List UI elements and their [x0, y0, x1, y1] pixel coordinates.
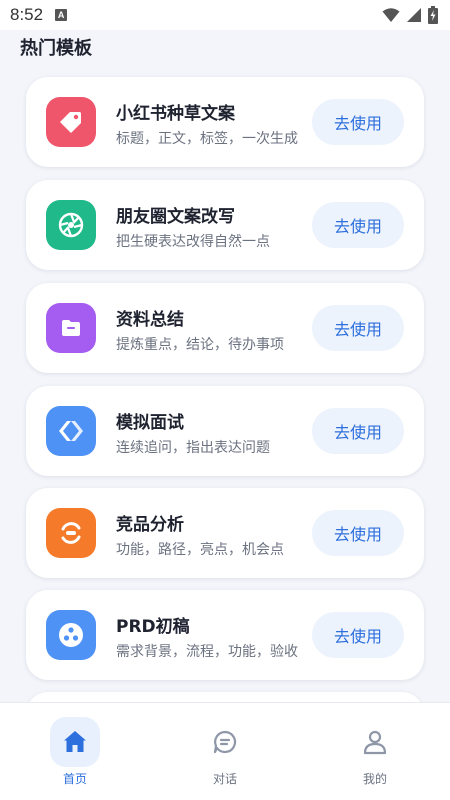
- tag-icon: [46, 97, 96, 147]
- template-card[interactable]: PRD初稿 需求背景，流程，功能，验收 去使用: [26, 590, 424, 680]
- nav-item-profile[interactable]: 我的: [300, 703, 450, 800]
- template-card[interactable]: 朋友圈文案改写 把生硬表达改得自然一点 去使用: [26, 180, 424, 270]
- template-title: 小红书种草文案: [116, 104, 235, 124]
- template-card[interactable]: 资料总结 提炼重点，结论，待办事项 去使用: [26, 283, 424, 373]
- template-title: PRD初稿: [116, 617, 190, 637]
- template-title: 资料总结: [116, 310, 184, 330]
- template-card[interactable]: 竞品分析 功能，路径，亮点，机会点 去使用: [26, 488, 424, 578]
- status-icons: [382, 6, 438, 24]
- template-title: 模拟面试: [116, 413, 184, 433]
- template-card[interactable]: 小红书种草文案 标题，正文，标签，一次生成 去使用: [26, 77, 424, 167]
- nav-item-home[interactable]: 首页: [0, 703, 150, 800]
- template-desc: 提炼重点，结论，待办事项: [116, 337, 284, 353]
- use-button[interactable]: 去使用: [312, 510, 404, 556]
- folder-icon: [46, 303, 96, 353]
- template-title: 朋友圈文案改写: [116, 207, 235, 227]
- code-brackets-icon: [46, 406, 96, 456]
- section-title: 热门模板: [20, 38, 92, 59]
- nav-item-chat[interactable]: 对话: [150, 703, 300, 800]
- template-title: 竞品分析: [116, 515, 184, 535]
- template-desc: 连续追问，指出表达问题: [116, 440, 270, 456]
- wifi-icon: [382, 8, 400, 22]
- aperture-icon: [46, 200, 96, 250]
- bottom-nav: 首页 对话 我的: [0, 702, 450, 800]
- template-desc: 需求背景，流程，功能，验收: [116, 644, 298, 660]
- template-desc: 把生硬表达改得自然一点: [116, 234, 270, 250]
- use-button[interactable]: 去使用: [312, 202, 404, 248]
- use-button[interactable]: 去使用: [312, 612, 404, 658]
- nav-label: 我的: [362, 772, 387, 786]
- nav-label: 对话: [212, 772, 237, 786]
- app-notification-icon: A: [55, 9, 68, 21]
- battery-icon: [428, 6, 438, 24]
- dots-circle-icon: [46, 610, 96, 660]
- home-icon: [50, 717, 100, 767]
- chat-icon: [200, 717, 250, 767]
- nav-label: 首页: [62, 772, 87, 786]
- use-button[interactable]: 去使用: [312, 99, 404, 145]
- template-desc: 标题，正文，标签，一次生成: [116, 131, 298, 147]
- signal-icon: [407, 8, 421, 22]
- use-button[interactable]: 去使用: [312, 305, 404, 351]
- template-desc: 功能，路径，亮点，机会点: [116, 542, 284, 558]
- use-button[interactable]: 去使用: [312, 408, 404, 454]
- user-icon: [350, 717, 400, 767]
- status-bar: 8:52 A: [0, 0, 450, 30]
- status-time: 8:52: [10, 5, 44, 24]
- template-card[interactable]: 模拟面试 连续追问，指出表达问题 去使用: [26, 386, 424, 476]
- sync-icon: [46, 508, 96, 558]
